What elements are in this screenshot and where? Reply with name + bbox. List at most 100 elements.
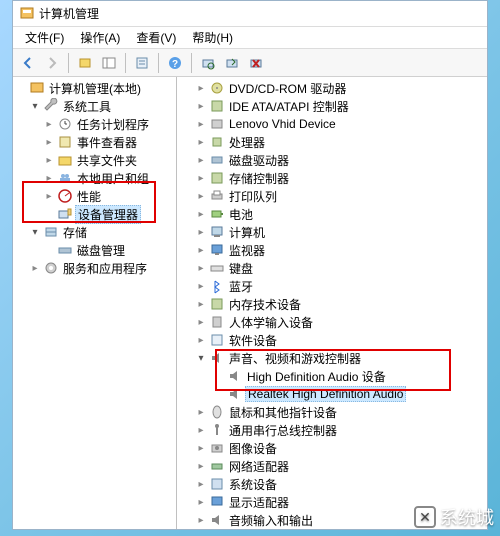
expand-icon[interactable] — [195, 424, 207, 436]
clock-icon — [57, 116, 73, 132]
expand-icon[interactable] — [195, 334, 207, 346]
device-cat-after-4[interactable]: 系统设备 — [177, 475, 487, 493]
tree-label: 音频输入和输出 — [227, 512, 315, 529]
expand-icon[interactable] — [195, 280, 207, 292]
device-cat-13[interactable]: 人体学输入设备 — [177, 313, 487, 331]
update-driver-icon[interactable] — [221, 52, 243, 74]
tree-label: 存储控制器 — [227, 170, 291, 187]
tree-disk-mgmt[interactable]: 磁盘管理 — [13, 241, 176, 259]
watermark: ✕ 系统城 — [414, 504, 494, 530]
expand-icon[interactable] — [195, 136, 207, 148]
expand-icon[interactable] — [195, 442, 207, 454]
expand-icon[interactable] — [195, 496, 207, 508]
tree-label: 内存技术设备 — [227, 296, 303, 313]
expand-icon[interactable] — [195, 100, 207, 112]
show-hide-button[interactable] — [98, 52, 120, 74]
tree-storage[interactable]: 存储 — [13, 223, 176, 241]
device-cat-8[interactable]: 计算机 — [177, 223, 487, 241]
expand-icon[interactable] — [43, 190, 55, 202]
uninstall-icon[interactable] — [245, 52, 267, 74]
properties-button[interactable] — [131, 52, 153, 74]
device-cat-4[interactable]: 磁盘驱动器 — [177, 151, 487, 169]
device-cat-2[interactable]: Lenovo Vhid Device — [177, 115, 487, 133]
device-cat-9[interactable]: 监视器 — [177, 241, 487, 259]
printer-icon — [209, 188, 225, 204]
expand-icon[interactable] — [195, 298, 207, 310]
expand-icon[interactable] — [29, 100, 41, 112]
tree-event-viewer[interactable]: 事件查看器 — [13, 133, 176, 151]
tree-system-tools[interactable]: 系统工具 — [13, 97, 176, 115]
device-cat-11[interactable]: 蓝牙 — [177, 277, 487, 295]
left-tree-pane[interactable]: 计算机管理(本地) 系统工具 任务计划程序 事件查看器 共享文件夹 — [13, 77, 177, 529]
device-icon — [209, 116, 225, 132]
device-cat-6[interactable]: 打印队列 — [177, 187, 487, 205]
expand-icon[interactable] — [195, 514, 207, 526]
expand-icon[interactable] — [195, 82, 207, 94]
expand-icon[interactable] — [195, 262, 207, 274]
expand-icon[interactable] — [195, 172, 207, 184]
expand-icon[interactable] — [195, 226, 207, 238]
expand-icon[interactable] — [195, 460, 207, 472]
monitor-icon — [209, 242, 225, 258]
device-cat-after-2[interactable]: 图像设备 — [177, 439, 487, 457]
toolbar: ? — [13, 49, 487, 77]
device-cat-1[interactable]: IDE ATA/ATAPI 控制器 — [177, 97, 487, 115]
device-cat-sound[interactable]: 声音、视频和游戏控制器 — [177, 349, 487, 367]
device-cat-after-1[interactable]: 通用串行总线控制器 — [177, 421, 487, 439]
device-cat-5[interactable]: 存储控制器 — [177, 169, 487, 187]
tree-label: 计算机 — [227, 224, 267, 241]
device-cat-7[interactable]: 电池 — [177, 205, 487, 223]
tree-services-apps[interactable]: 服务和应用程序 — [13, 259, 176, 277]
expand-icon[interactable] — [195, 118, 207, 130]
scan-hardware-icon[interactable] — [197, 52, 219, 74]
tree-shared-folders[interactable]: 共享文件夹 — [13, 151, 176, 169]
tree-task-scheduler[interactable]: 任务计划程序 — [13, 115, 176, 133]
device-cat-after-0[interactable]: 鼠标和其他指针设备 — [177, 403, 487, 421]
device-sound-1[interactable]: Realtek High Definition Audio — [177, 385, 487, 403]
back-button[interactable] — [17, 52, 39, 74]
expand-icon[interactable] — [43, 136, 55, 148]
soft-icon — [209, 332, 225, 348]
forward-button[interactable] — [41, 52, 63, 74]
expand-icon[interactable] — [195, 154, 207, 166]
expand-icon[interactable] — [195, 316, 207, 328]
expand-icon[interactable] — [43, 172, 55, 184]
tree-root[interactable]: 计算机管理(本地) — [13, 79, 176, 97]
device-cat-3[interactable]: 处理器 — [177, 133, 487, 151]
tree-label: IDE ATA/ATAPI 控制器 — [227, 98, 351, 115]
device-tree-pane[interactable]: DVD/CD-ROM 驱动器IDE ATA/ATAPI 控制器Lenovo Vh… — [177, 77, 487, 529]
expand-icon[interactable] — [195, 406, 207, 418]
expand-icon[interactable] — [195, 244, 207, 256]
expand-icon[interactable] — [43, 118, 55, 130]
svg-text:?: ? — [172, 59, 178, 70]
expand-icon[interactable] — [195, 208, 207, 220]
menu-help[interactable]: 帮助(H) — [184, 27, 241, 48]
expand-icon[interactable] — [29, 226, 41, 238]
menu-view[interactable]: 查看(V) — [128, 27, 184, 48]
help-button[interactable]: ? — [164, 52, 186, 74]
device-sound-0[interactable]: High Definition Audio 设备 — [177, 367, 487, 385]
menu-action[interactable]: 操作(A) — [72, 27, 128, 48]
tree-label: 计算机管理(本地) — [47, 80, 143, 97]
users-icon — [57, 170, 73, 186]
tree-local-users[interactable]: 本地用户和组 — [13, 169, 176, 187]
tree-label: 性能 — [75, 188, 103, 205]
expand-icon[interactable] — [43, 154, 55, 166]
expand-icon[interactable] — [195, 352, 207, 364]
tree-device-manager[interactable]: 设备管理器 — [13, 205, 176, 223]
menu-file[interactable]: 文件(F) — [17, 27, 72, 48]
device-cat-10[interactable]: 键盘 — [177, 259, 487, 277]
watermark-icon: ✕ — [414, 506, 436, 528]
expand-icon[interactable] — [195, 478, 207, 490]
expand-icon[interactable] — [29, 262, 41, 274]
expand-icon[interactable] — [195, 190, 207, 202]
tree-label: 通用串行总线控制器 — [227, 422, 339, 439]
device-cat-0[interactable]: DVD/CD-ROM 驱动器 — [177, 79, 487, 97]
up-button[interactable] — [74, 52, 96, 74]
computer-mgmt-icon — [29, 80, 45, 96]
device-cat-14[interactable]: 软件设备 — [177, 331, 487, 349]
device-cat-after-3[interactable]: 网络适配器 — [177, 457, 487, 475]
device-cat-12[interactable]: 内存技术设备 — [177, 295, 487, 313]
tree-performance[interactable]: 性能 — [13, 187, 176, 205]
tree-label: 声音、视频和游戏控制器 — [227, 350, 363, 367]
